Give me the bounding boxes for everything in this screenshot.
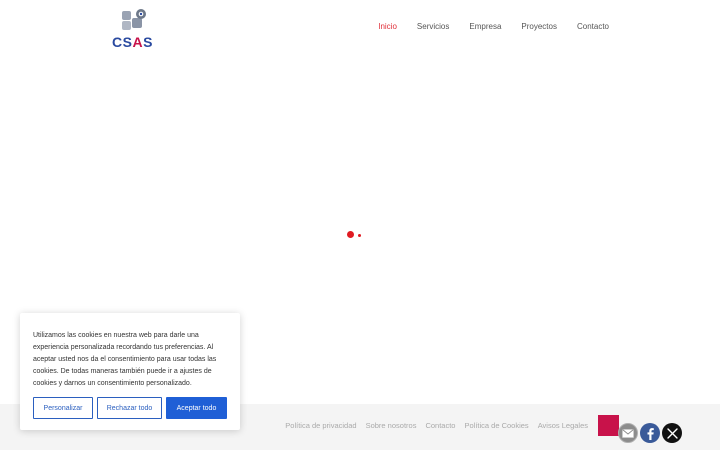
logo-wordmark: CSAS [112, 34, 153, 50]
nav-item-contacto[interactable]: Contacto [577, 22, 609, 31]
footer-link-contacto[interactable]: Contacto [425, 421, 455, 430]
x-twitter-icon [666, 427, 678, 439]
cookie-consent-banner: Utilizamos las cookies en nuestra web pa… [20, 313, 240, 430]
cookie-consent-text: Utilizamos las cookies en nuestra web pa… [33, 332, 217, 387]
page: CSAS Inicio Servicios Empresa Proyectos … [0, 0, 720, 450]
accept-all-button[interactable]: Aceptar todo [166, 397, 227, 419]
footer-link-sobre-nosotros[interactable]: Sobre nosotros [366, 421, 417, 430]
email-share-button[interactable] [618, 423, 638, 443]
loader-dot-small [358, 233, 361, 237]
nav-item-proyectos[interactable]: Proyectos [521, 22, 557, 31]
logo-mark-icon [122, 9, 146, 30]
email-icon [622, 428, 634, 438]
site-logo[interactable]: CSAS [112, 8, 156, 50]
x-share-button[interactable] [662, 423, 682, 443]
nav-item-servicios[interactable]: Servicios [417, 22, 449, 31]
footer-links: Política de privacidad Sobre nosotros Co… [285, 421, 588, 430]
facebook-share-button[interactable] [640, 423, 660, 443]
footer-link-avisos-legales[interactable]: Avisos Legales [538, 421, 588, 430]
main-nav: Inicio Servicios Empresa Proyectos Conta… [378, 22, 609, 31]
footer-link-cookies[interactable]: Política de Cookies [464, 421, 528, 430]
loading-indicator [347, 231, 363, 239]
customize-cookies-button[interactable]: Personalizar [33, 397, 93, 419]
nav-item-empresa[interactable]: Empresa [469, 22, 501, 31]
scroll-top-button[interactable] [598, 415, 619, 436]
footer-link-privacidad[interactable]: Política de privacidad [285, 421, 356, 430]
nav-item-inicio[interactable]: Inicio [378, 22, 397, 31]
reject-all-button[interactable]: Rechazar todo [97, 397, 162, 419]
facebook-icon [647, 427, 654, 440]
loader-dot-large [347, 231, 354, 238]
